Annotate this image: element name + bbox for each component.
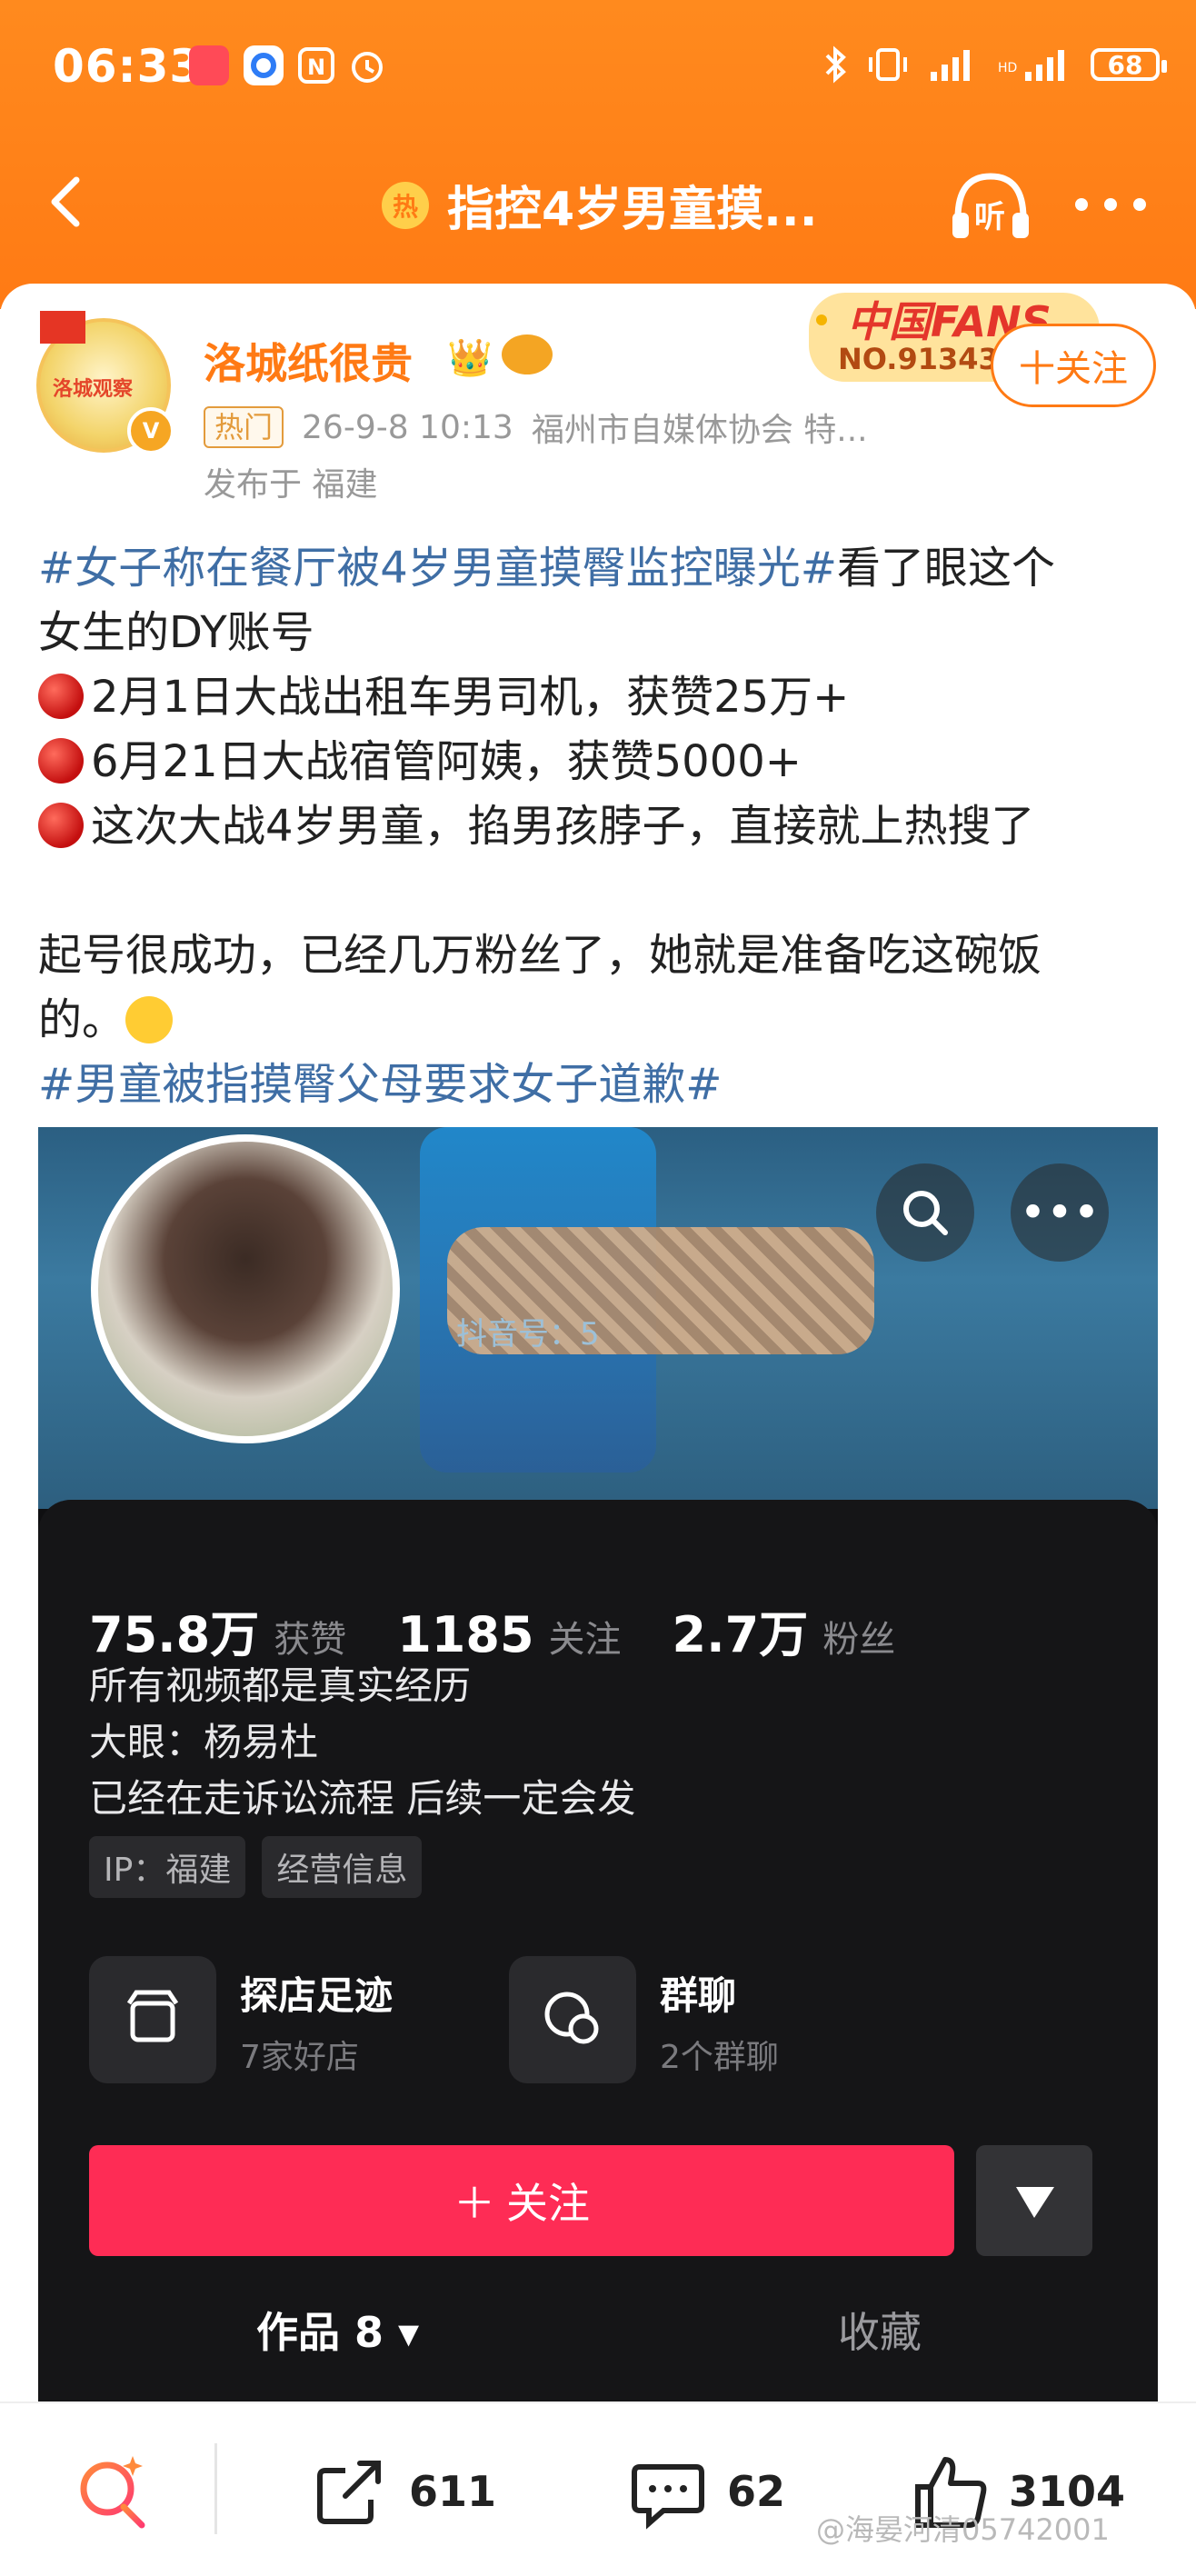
profile-follow-label: 关注 xyxy=(506,2179,590,2228)
search-sparkle-icon xyxy=(80,2456,145,2529)
nav-bar: 热 指控4岁男童摸... 听 xyxy=(0,136,1196,264)
bio-line: 已经在走诉讼流程 后续一定会发 xyxy=(89,1776,636,1821)
feature-group-chat: 群聊 2个群聊 xyxy=(509,1956,891,2083)
listen-label: 听 xyxy=(974,199,1005,235)
ai-search-button[interactable] xyxy=(69,2447,156,2534)
chat-bubble-icon xyxy=(509,1956,636,2083)
post-body: #女子称在餐厅被4岁男童摸臀监控曝光#看了眼这个 女生的DY账号 2月1日大战出… xyxy=(38,536,1165,1117)
alarm-icon xyxy=(347,45,387,85)
tab-works: 作品 8 ▾ xyxy=(256,2308,420,2357)
stat-following-label: 关注 xyxy=(548,1619,622,1661)
business-info-chip: 经营信息 xyxy=(262,1836,423,1898)
status-bar: 06:33 N HD 68 xyxy=(0,0,1196,136)
post-text: 的。 xyxy=(38,994,126,1045)
douyin-id: 抖音号：5 xyxy=(456,1316,600,1353)
stat-likes-label: 获赞 xyxy=(274,1619,347,1661)
profile-chips: IP：福建 经营信息 xyxy=(89,1836,423,1898)
red-circle-icon xyxy=(38,803,84,848)
avatar-logo-text: 洛城观察 xyxy=(53,378,134,401)
share-icon xyxy=(317,2461,381,2524)
post-text: 起号很成功，已经几万粉丝了，她就是准备吃这碗饭 xyxy=(38,930,1042,981)
hashtag-link[interactable]: #男童被指摸臀父母要求女子道歉# xyxy=(38,1059,722,1110)
author-name[interactable]: 洛城纸很贵 xyxy=(204,331,413,391)
follow-button[interactable]: 十关注 xyxy=(991,324,1156,407)
profile-follow-button: ＋ 关注 xyxy=(89,2145,954,2256)
share-arrow-icon xyxy=(976,2145,1092,2256)
headphones-icon: 听 xyxy=(952,173,1029,238)
stat-fans-label: 粉丝 xyxy=(822,1619,896,1661)
share-count: 611 xyxy=(409,2467,497,2516)
feature-subtitle: 2个群聊 xyxy=(660,2039,779,2076)
bio-line: 所有视频都是真实经历 xyxy=(89,1663,472,1708)
red-circle-icon xyxy=(38,674,84,719)
hot-badge-icon: 热 xyxy=(382,181,429,229)
verified-badge-icon: V xyxy=(127,407,174,454)
signal-icon xyxy=(931,50,970,81)
china-flag-icon xyxy=(40,311,85,344)
search-icon xyxy=(876,1163,974,1262)
store-icon xyxy=(89,1956,216,2083)
bluetooth-icon xyxy=(825,45,846,84)
feature-store-visits: 探店足迹 7家好店 xyxy=(89,1956,471,2083)
feature-title: 探店足迹 xyxy=(240,1973,394,2018)
weibo-watermark: @海晏河清05742001 xyxy=(816,2512,1110,2547)
post-meta: 热门 26-9-8 10:13 福州市自媒体协会 特... xyxy=(204,404,868,451)
more-options-button[interactable] xyxy=(1065,182,1156,227)
bottom-divider xyxy=(214,2443,217,2534)
nfc-icon: N xyxy=(296,45,336,85)
feature-title: 群聊 xyxy=(660,1973,737,2018)
chevron-left-icon xyxy=(51,176,80,227)
back-button[interactable] xyxy=(31,165,104,238)
comment-count: 62 xyxy=(727,2467,786,2516)
svg-text:HD: HD xyxy=(998,61,1017,75)
post-time: 26-9-8 10:13 xyxy=(302,408,513,446)
profile-bio: 所有视频都是真实经历 大眼：杨易杜 已经在走诉讼流程 后续一定会发 xyxy=(89,1658,635,1827)
stat-fans-number: 2.7万 xyxy=(672,1606,809,1663)
hashtag-link[interactable]: #女子称在餐厅被4岁男童摸臀监控曝光# xyxy=(38,543,837,594)
post-text: 女生的DY账号 xyxy=(38,607,314,658)
publish-location: 发布于 福建 xyxy=(204,466,378,504)
feature-subtitle: 7家好店 xyxy=(240,2039,359,2076)
plus-icon: ＋ xyxy=(453,2179,495,2228)
more-dots-icon xyxy=(1075,198,1146,211)
listen-button[interactable]: 听 xyxy=(945,164,1036,245)
app-notification-icon xyxy=(244,45,284,85)
post-image[interactable]: 抖音号：5 ••• 75.8万 获赞 1185 关注 2.7万 粉丝 所有视频都… xyxy=(38,1127,1158,2401)
bottom-action-bar: 611 62 3104 xyxy=(0,2401,1196,2576)
red-circle-icon xyxy=(38,738,84,784)
comment-button[interactable]: 62 xyxy=(627,2451,785,2532)
status-right-group: HD 68 xyxy=(822,42,1167,87)
more-dots-icon: ••• xyxy=(1011,1163,1109,1262)
post-text: 看了眼这个 xyxy=(836,543,1055,594)
profile-avatar xyxy=(91,1134,400,1443)
svg-text:N: N xyxy=(307,55,325,80)
ip-chip: IP：福建 xyxy=(89,1836,246,1898)
stat-following-number: 1185 xyxy=(397,1606,534,1663)
profile-stats: 75.8万 获赞 1185 关注 2.7万 粉丝 xyxy=(89,1594,932,1666)
hot-tag[interactable]: 热门 xyxy=(204,406,284,448)
page-title: 指控4岁男童摸... xyxy=(447,183,818,237)
vibrate-icon xyxy=(869,48,907,81)
post-bullet: 这次大战4岁男童，掐男孩脖子，直接就上热搜了 xyxy=(91,801,1035,852)
bio-line: 大眼：杨易杜 xyxy=(89,1720,319,1764)
huawei-app-icon xyxy=(189,45,229,85)
status-time: 06:33 xyxy=(53,40,203,93)
crown-icon: 👑 xyxy=(447,337,493,379)
shrug-emoji-icon xyxy=(125,996,174,1043)
author-org: 福州市自媒体协会 特... xyxy=(531,412,868,449)
comment-icon xyxy=(632,2464,704,2530)
post-bullet: 2月1日大战出租车男司机，获赞25万+ xyxy=(91,672,850,723)
post-bullet: 6月21日大战宿管阿姨，获赞5000+ xyxy=(91,736,802,787)
tab-collect: 收藏 xyxy=(838,2308,922,2357)
share-button[interactable]: 611 xyxy=(309,2451,496,2532)
fan-level-icon xyxy=(502,334,553,374)
battery-indicator: 68 xyxy=(1091,48,1167,81)
signal-icon: HD xyxy=(998,50,1064,81)
stat-likes-number: 75.8万 xyxy=(89,1606,260,1663)
nav-title-group: 热 指控4岁男童摸... xyxy=(382,171,817,239)
